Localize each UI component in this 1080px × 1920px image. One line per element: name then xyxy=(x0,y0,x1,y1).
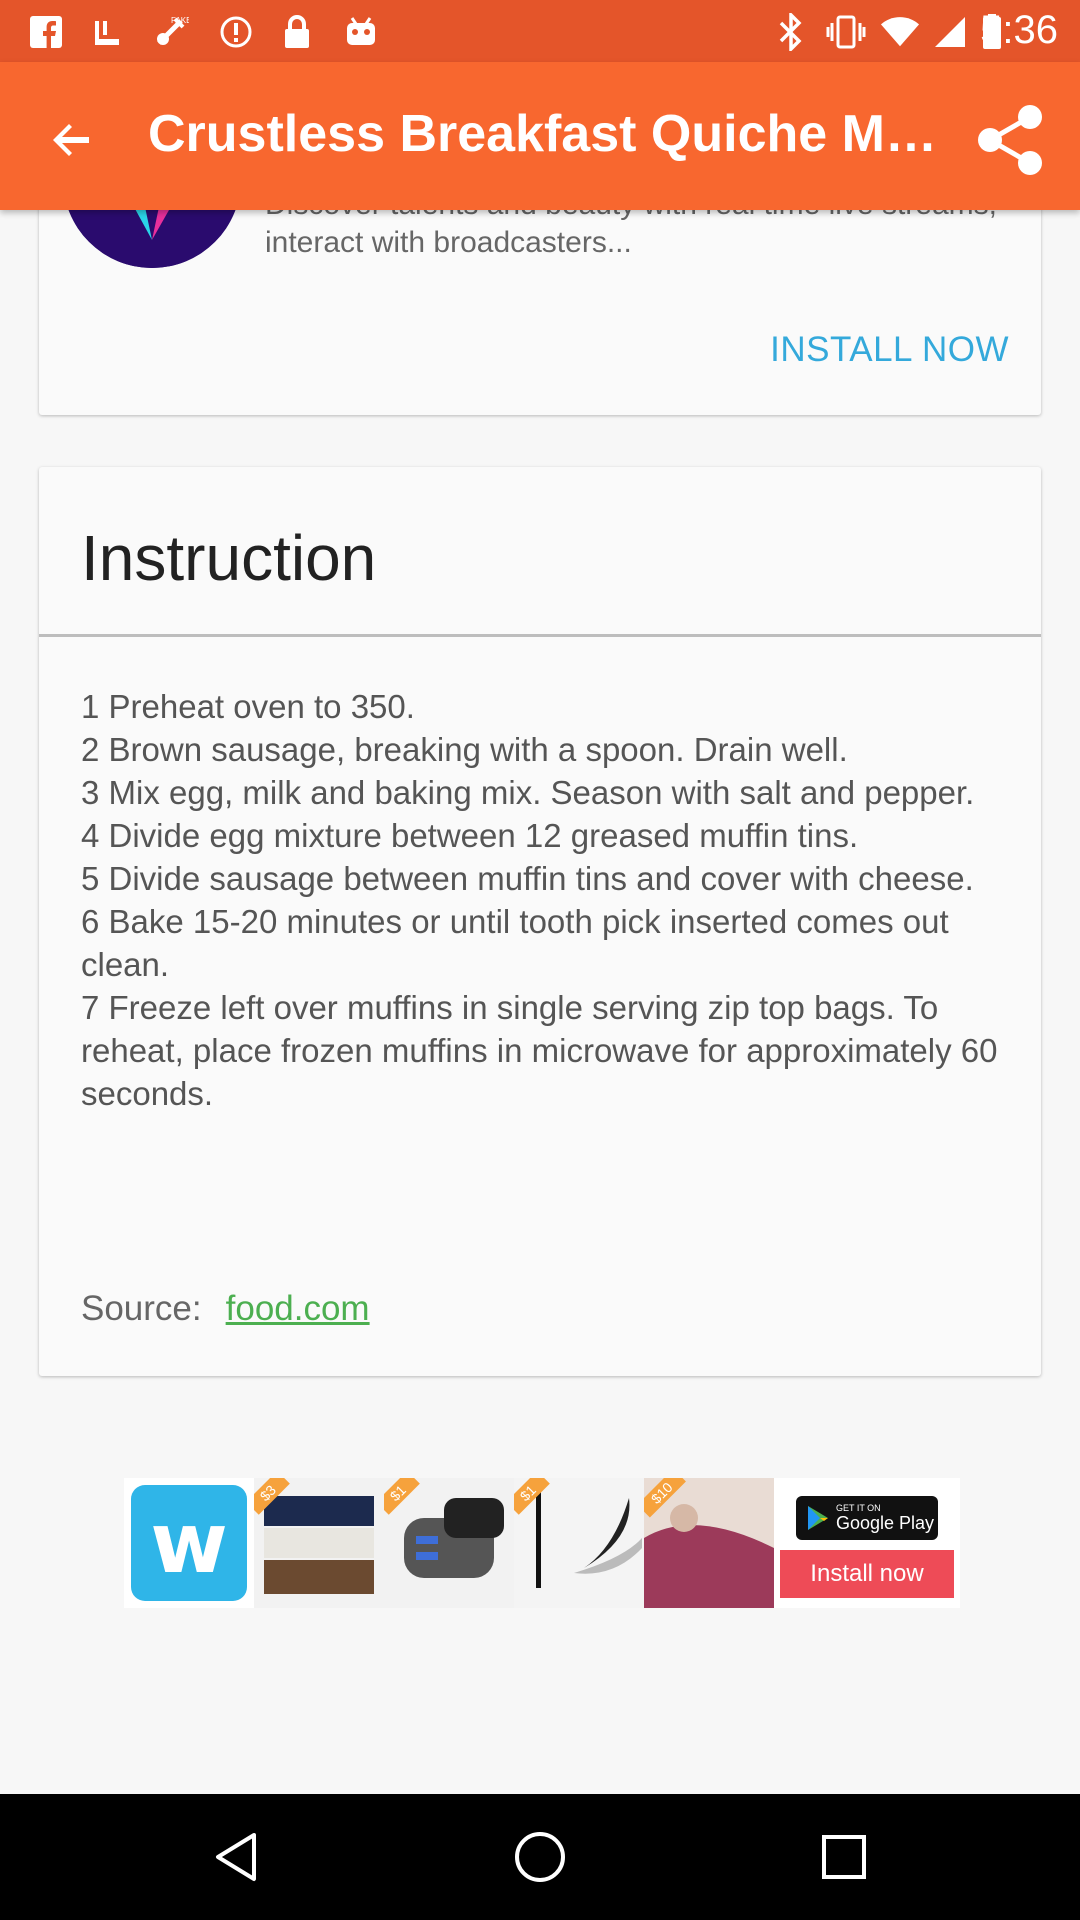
hanger-icon xyxy=(90,12,130,52)
lock-icon xyxy=(277,12,317,52)
ad-product-makeup-brush: $1 xyxy=(514,1478,644,1608)
android-icon xyxy=(341,12,381,52)
wish-logo: w xyxy=(131,1485,247,1601)
signal-icon xyxy=(930,12,970,52)
source-label: Source: xyxy=(81,1289,202,1328)
ad-product-blanket: $10 xyxy=(644,1478,774,1608)
instruction-step: 1 Preheat oven to 350. xyxy=(81,688,415,725)
play-store-icon xyxy=(808,1506,828,1530)
install-now-button[interactable]: INSTALL NOW xyxy=(770,330,1009,370)
fake-gps-icon: FAKE xyxy=(150,12,190,52)
info-icon xyxy=(216,12,256,52)
bluetooth-icon xyxy=(771,12,811,52)
back-button[interactable] xyxy=(34,102,110,178)
wish-logo-tile: w xyxy=(124,1478,254,1608)
google-play-tile: GET IT ON Google Play Install now xyxy=(774,1478,960,1608)
facebook-icon xyxy=(26,12,66,52)
nav-home-icon xyxy=(515,1832,565,1882)
status-bar: FAKE 5:36 xyxy=(0,0,1080,62)
vibrate-icon xyxy=(826,12,866,52)
app-bar: Crustless Breakfast Quiche Muf… xyxy=(0,62,1080,210)
nav-back-icon xyxy=(216,1833,256,1881)
source-link[interactable]: food.com xyxy=(226,1289,370,1328)
status-time: 5:36 xyxy=(980,8,1058,52)
nav-home-button[interactable] xyxy=(510,1827,570,1887)
arrow-back-icon xyxy=(53,124,89,156)
divider xyxy=(39,634,1041,637)
google-play-badge: GET IT ON Google Play xyxy=(796,1496,938,1540)
instruction-step: 7 Freeze left over muffins in single ser… xyxy=(81,989,998,1112)
navigation-bar xyxy=(0,1794,1080,1920)
svg-text:FAKE: FAKE xyxy=(171,16,189,25)
page-title: Crustless Breakfast Quiche Muf… xyxy=(148,105,948,163)
instruction-step: 4 Divide egg mixture between 12 greased … xyxy=(81,817,859,854)
share-icon xyxy=(978,105,1042,175)
share-button[interactable] xyxy=(970,100,1050,180)
source-row: Source: food.com xyxy=(81,1289,370,1329)
instruction-title: Instruction xyxy=(81,522,377,594)
google-play-caption: GET IT ON xyxy=(836,1503,881,1513)
instruction-step: 5 Divide sausage between muffin tins and… xyxy=(81,860,974,897)
ad-product-towels: $3 xyxy=(254,1478,384,1608)
instruction-steps: 1 Preheat oven to 350. 2 Brown sausage, … xyxy=(81,685,1011,1115)
google-play-label: Google Play xyxy=(836,1513,935,1533)
instruction-card: Instruction 1 Preheat oven to 350. 2 Bro… xyxy=(39,467,1041,1376)
banner-ad[interactable]: w $3 $1 $1 $10 GET IT ON Google Play Ins… xyxy=(124,1478,960,1608)
banner-install-now-button[interactable]: Install now xyxy=(780,1550,954,1598)
nav-recents-icon xyxy=(822,1835,866,1879)
wifi-icon xyxy=(880,12,920,52)
instruction-step: 6 Bake 15-20 minutes or until tooth pick… xyxy=(81,903,949,983)
nav-recents-button[interactable] xyxy=(814,1827,874,1887)
nav-back-button[interactable] xyxy=(206,1827,266,1887)
ad-product-car-charger: $1 xyxy=(384,1478,514,1608)
instruction-step: 2 Brown sausage, breaking with a spoon. … xyxy=(81,731,848,768)
instruction-step: 3 Mix egg, milk and baking mix. Season w… xyxy=(81,774,975,811)
